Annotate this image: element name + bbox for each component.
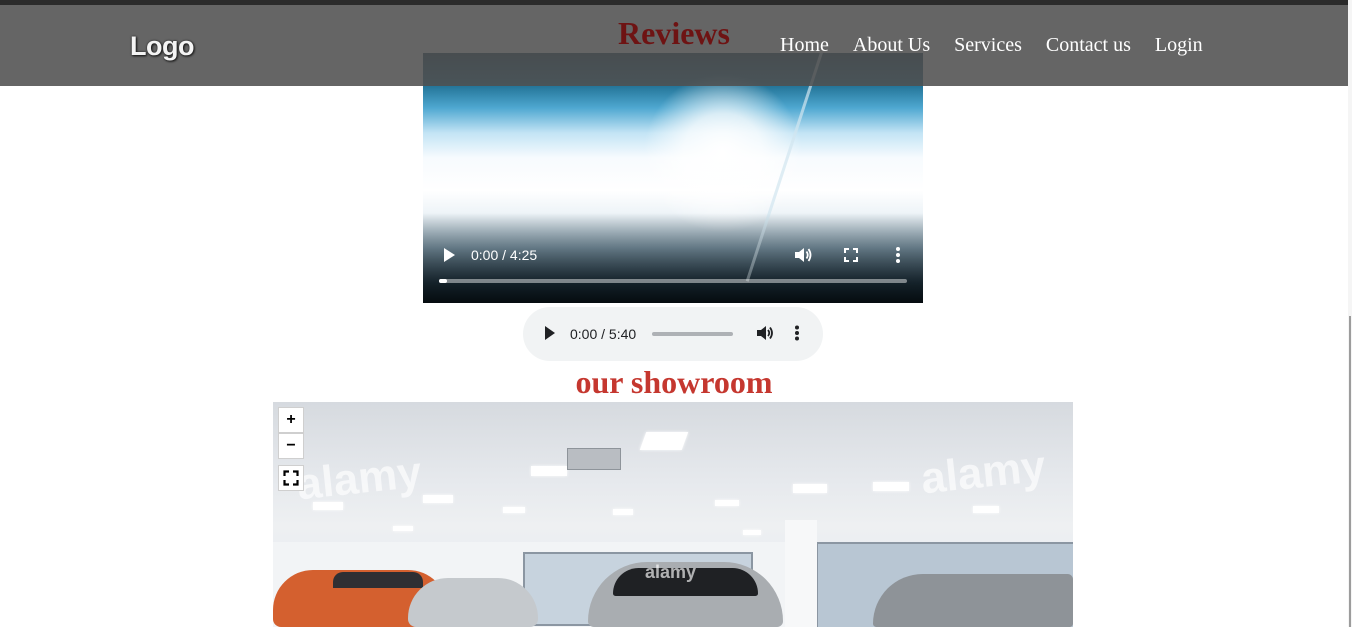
- orange-car-window: [333, 572, 423, 588]
- ceiling-light: [973, 506, 999, 513]
- ceiling-ac-unit: [567, 448, 621, 470]
- fullscreen-icon[interactable]: [278, 465, 304, 491]
- volume-icon[interactable]: [793, 246, 813, 264]
- silver-car-right: [873, 574, 1073, 627]
- play-icon[interactable]: [543, 325, 557, 341]
- more-icon[interactable]: [895, 246, 901, 264]
- zoom-in-button[interactable]: +: [278, 407, 304, 433]
- page-scrollbar[interactable]: [1348, 0, 1352, 627]
- silver-car-left: [408, 578, 538, 627]
- ceiling-light: [743, 530, 761, 535]
- volume-icon[interactable]: [756, 325, 774, 341]
- video-time: 0:00 / 4:25: [471, 247, 538, 263]
- pillar: [785, 520, 817, 627]
- watermark: alamy: [918, 441, 1048, 504]
- ceiling-light: [793, 484, 827, 493]
- ceiling-light: [715, 500, 739, 506]
- ceiling-light: [639, 432, 689, 450]
- scrollbar-thumb[interactable]: [1349, 316, 1351, 627]
- ceiling-light: [873, 482, 909, 491]
- more-icon[interactable]: [794, 325, 800, 341]
- watermark: alamy: [294, 447, 424, 510]
- audio-player[interactable]: 0:00 / 5:40: [523, 307, 823, 361]
- video-progress-bar[interactable]: [439, 279, 907, 283]
- ceiling-light: [531, 466, 567, 476]
- showroom-title: our showroom: [575, 364, 773, 400]
- watermark: alamy: [645, 562, 697, 582]
- video-frame-light: [643, 73, 803, 233]
- video-progress-fill: [439, 279, 447, 283]
- zoom-out-button[interactable]: −: [278, 433, 304, 459]
- showroom-panorama[interactable]: alamy alamy alamy + −: [273, 402, 1073, 627]
- ceiling-light: [503, 507, 525, 513]
- audio-time: 0:00 / 5:40: [570, 326, 637, 342]
- play-icon[interactable]: [441, 246, 457, 264]
- ceiling-light: [393, 526, 413, 531]
- fullscreen-icon[interactable]: [843, 247, 859, 263]
- audio-progress-bar[interactable]: [652, 332, 733, 336]
- reviews-title: Reviews: [618, 15, 730, 51]
- ceiling-light: [423, 495, 453, 503]
- video-player[interactable]: 0:00 / 4:25: [423, 53, 923, 303]
- ceiling-light: [613, 509, 633, 515]
- top-border: [0, 0, 1352, 5]
